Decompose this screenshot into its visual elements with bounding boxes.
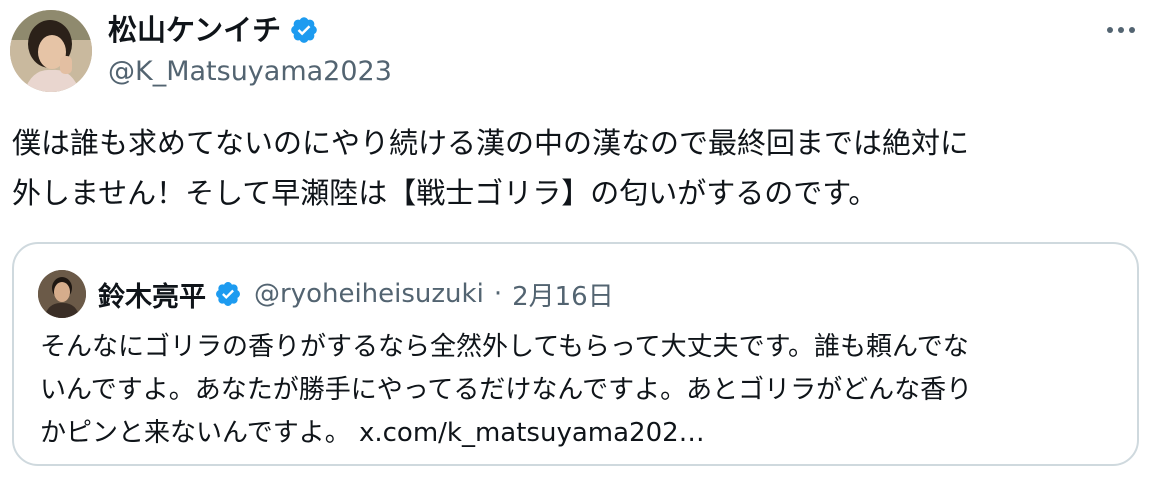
author-display-name[interactable]: 松山ケンイチ bbox=[108, 10, 281, 50]
verified-badge-icon bbox=[289, 15, 319, 45]
quoted-header: 鈴木亮平 @ryoheiheisuzuki · 2月16日 bbox=[98, 272, 614, 316]
quoted-date[interactable]: 2月16日 bbox=[512, 276, 614, 313]
quoted-handle[interactable]: @ryoheiheisuzuki bbox=[254, 279, 484, 309]
more-options-icon[interactable] bbox=[1103, 12, 1139, 48]
author-avatar[interactable] bbox=[10, 10, 92, 92]
separator-dot: · bbox=[493, 279, 503, 309]
author-handle[interactable]: @K_Matsuyama2023 bbox=[108, 54, 392, 90]
quoted-tweet[interactable]: 鈴木亮平 @ryoheiheisuzuki · 2月16日 そんなにゴリラの香り… bbox=[12, 242, 1139, 466]
quoted-text: そんなにゴリラの香りがするなら全然外してもらって大丈夫です。誰も頼んでな いんで… bbox=[40, 326, 1120, 455]
verified-badge-icon bbox=[214, 280, 242, 308]
quoted-link[interactable]: x.com/k_matsuyama202… bbox=[359, 418, 705, 448]
tweet-card: 松山ケンイチ @K_Matsuyama2023 僕は誰も求めてないのにやり続ける… bbox=[0, 0, 1157, 481]
tweet-text: 僕は誰も求めてないのにやり続ける漢の中の漢なので最終回までは絶対に 外しません！… bbox=[12, 126, 970, 210]
quoted-display-name[interactable]: 鈴木亮平 bbox=[98, 275, 206, 314]
quoted-author-avatar[interactable] bbox=[38, 270, 86, 318]
author-header: 松山ケンイチ @K_Matsuyama2023 bbox=[108, 10, 392, 90]
